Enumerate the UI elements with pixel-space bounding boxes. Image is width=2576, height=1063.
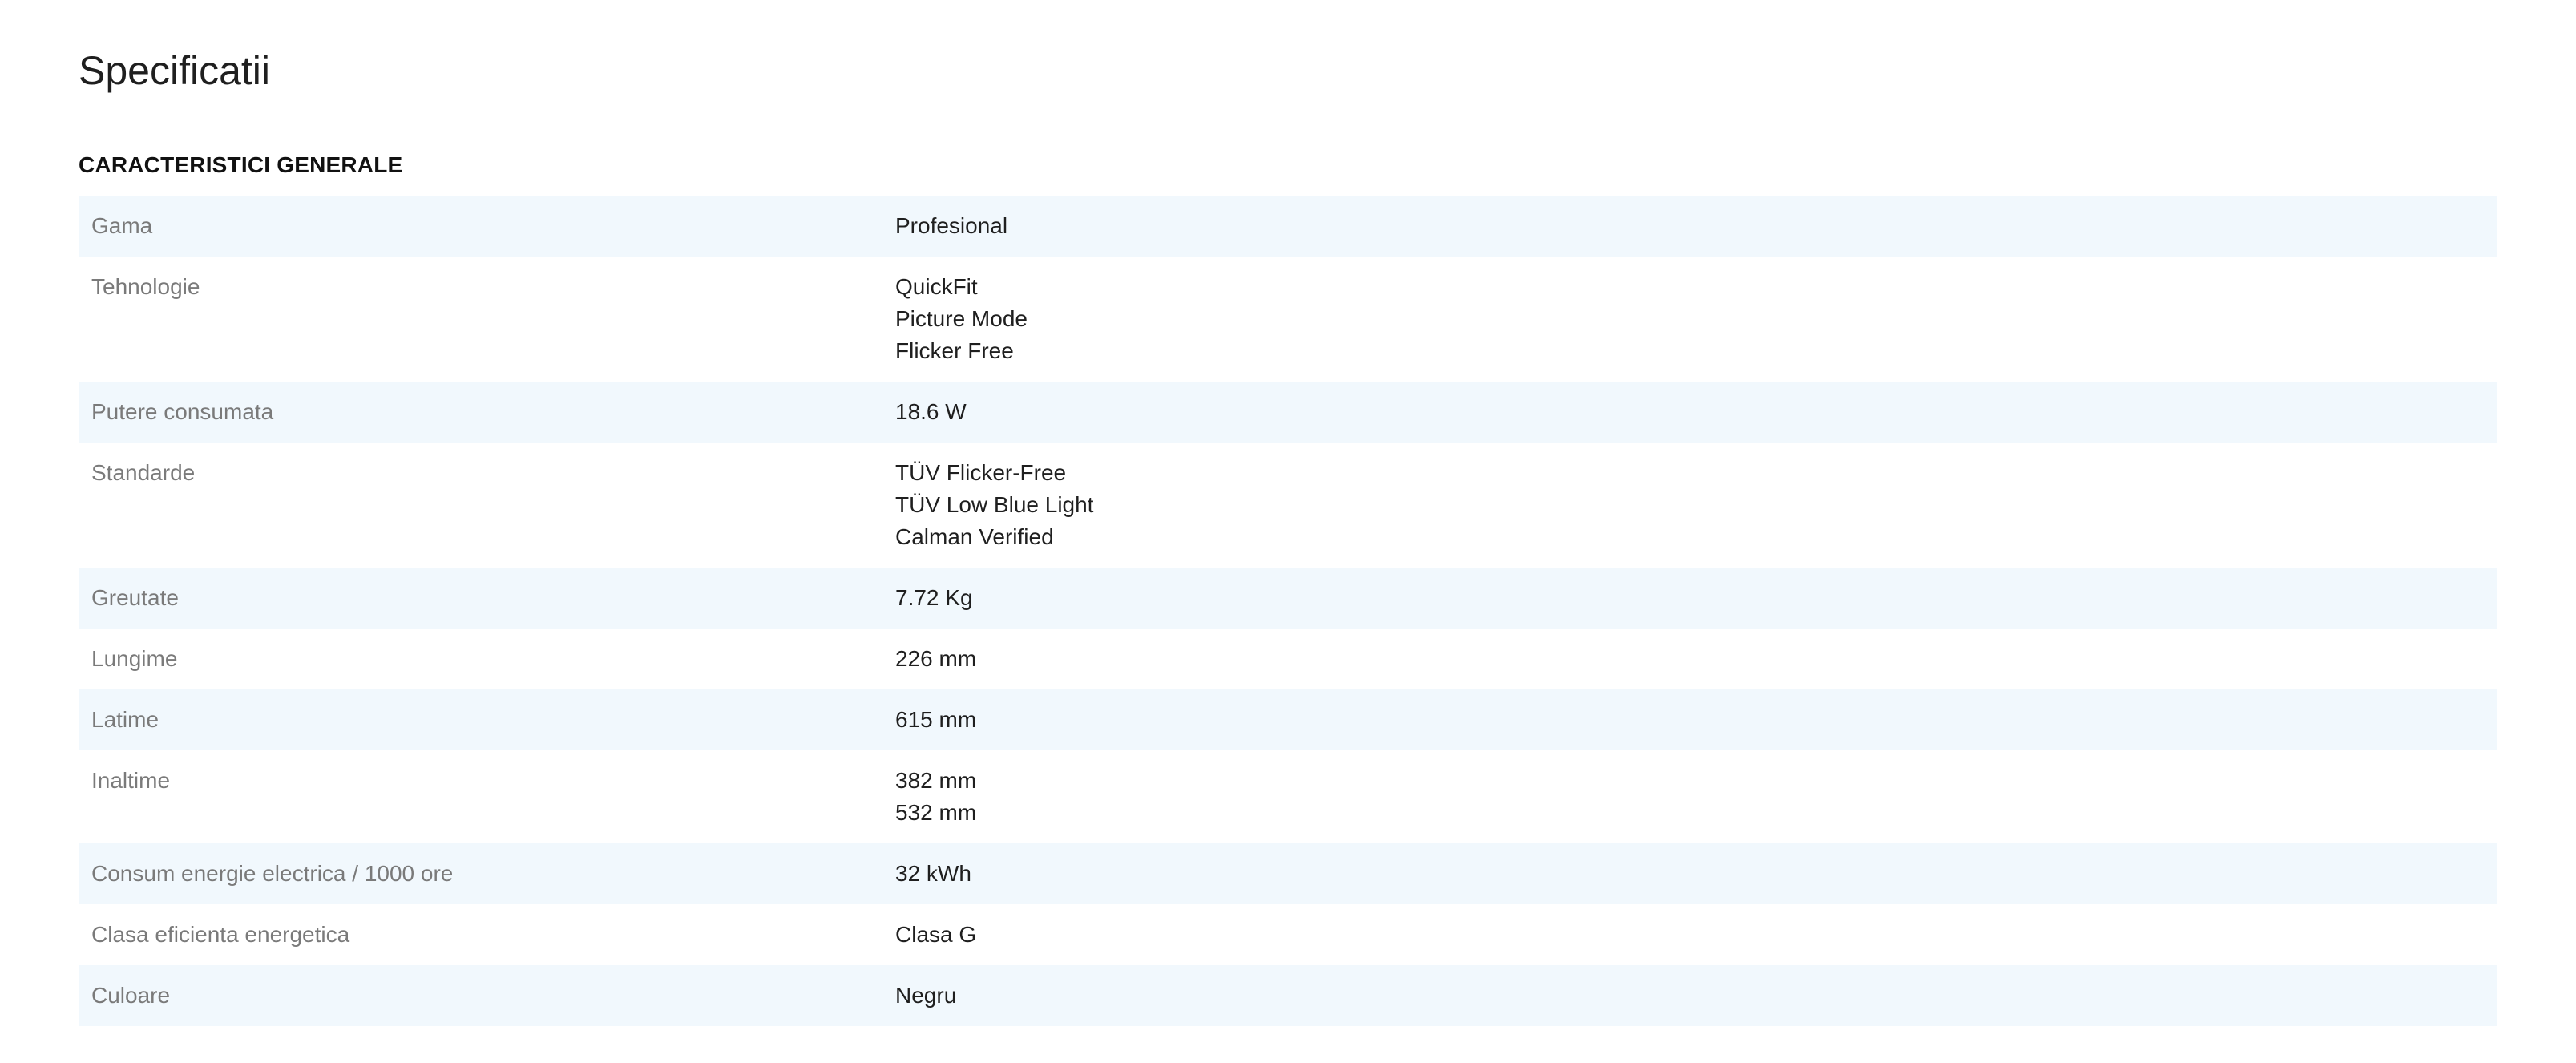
specifications-page: Specificatii CARACTERISTICI GENERALE Gam… (0, 0, 2576, 1026)
spec-value: 615 mm (895, 707, 977, 732)
spec-value: 226 mm (895, 646, 977, 671)
spec-row-latime: Latime 615 mm (79, 689, 2497, 750)
spec-values: Clasa G (895, 919, 976, 951)
spec-values: Negru (895, 980, 956, 1012)
spec-label: Clasa eficienta energetica (91, 922, 350, 947)
spec-row-inaltime: Inaltime 382 mm 532 mm (79, 750, 2497, 843)
spec-values: 32 kWh (895, 858, 971, 890)
spec-label: Lungime (91, 646, 178, 671)
spec-row-greutate: Greutate 7.72 Kg (79, 568, 2497, 629)
spec-value: Profesional (895, 213, 1008, 238)
spec-row-clasa-eficienta: Clasa eficienta energetica Clasa G (79, 904, 2497, 965)
spec-value: Picture Mode (895, 306, 1028, 331)
spec-values: Profesional (895, 210, 1007, 242)
spec-label: Tehnologie (91, 274, 200, 299)
spec-row-gama: Gama Profesional (79, 196, 2497, 257)
spec-values: TÜV Flicker-Free TÜV Low Blue Light Calm… (895, 457, 1093, 553)
spec-values: 7.72 Kg (895, 582, 973, 614)
spec-values: 615 mm (895, 704, 976, 736)
spec-table: Gama Profesional Tehnologie QuickFit Pic… (79, 196, 2497, 1026)
spec-row-culoare: Culoare Negru (79, 965, 2497, 1026)
spec-label: Consum energie electrica / 1000 ore (91, 861, 454, 886)
spec-values: 18.6 W (895, 396, 967, 428)
spec-value: QuickFit (895, 274, 978, 299)
spec-label: Greutate (91, 585, 179, 610)
spec-value: Negru (895, 983, 957, 1008)
spec-label: Latime (91, 707, 159, 732)
spec-label: Putere consumata (91, 399, 274, 424)
spec-value: 7.72 Kg (895, 585, 973, 610)
spec-value: Calman Verified (895, 524, 1054, 549)
spec-row-putere-consumata: Putere consumata 18.6 W (79, 382, 2497, 443)
spec-value: Flicker Free (895, 338, 1014, 363)
spec-row-lungime: Lungime 226 mm (79, 629, 2497, 689)
spec-value: 532 mm (895, 800, 977, 825)
spec-value: TÜV Flicker-Free (895, 460, 1067, 485)
spec-label: Gama (91, 213, 153, 238)
page-title: Specificatii (79, 48, 270, 93)
spec-row-consum-energie: Consum energie electrica / 1000 ore 32 k… (79, 843, 2497, 904)
spec-row-standarde: Standarde TÜV Flicker-Free TÜV Low Blue … (79, 443, 2497, 568)
spec-label: Standarde (91, 460, 196, 485)
spec-label: Culoare (91, 983, 171, 1008)
spec-value: 32 kWh (895, 861, 971, 886)
section-title: CARACTERISTICI GENERALE (79, 152, 403, 177)
spec-value: 18.6 W (895, 399, 967, 424)
spec-value: 382 mm (895, 768, 977, 793)
spec-value: TÜV Low Blue Light (895, 492, 1094, 517)
spec-value: Clasa G (895, 922, 977, 947)
spec-values: 226 mm (895, 643, 976, 675)
spec-row-tehnologie: Tehnologie QuickFit Picture Mode Flicker… (79, 257, 2497, 382)
spec-values: QuickFit Picture Mode Flicker Free (895, 271, 1028, 367)
spec-values: 382 mm 532 mm (895, 765, 976, 829)
spec-label: Inaltime (91, 768, 171, 793)
